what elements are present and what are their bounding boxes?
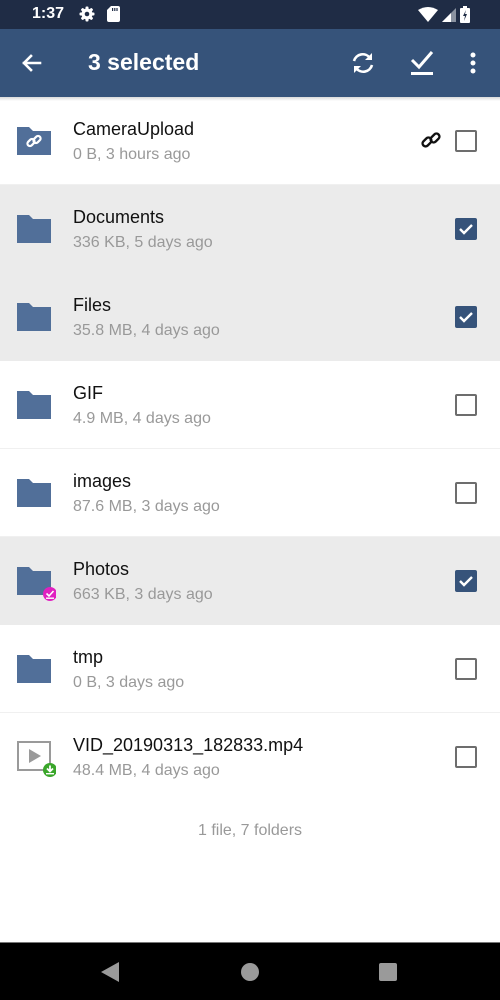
link-icon [421, 132, 441, 148]
checkmark-icon [459, 224, 473, 235]
item-meta: 336 KB, 5 days ago [73, 234, 213, 251]
checkmark-icon [459, 576, 473, 587]
item-meta: 35.8 MB, 4 days ago [73, 322, 220, 339]
item-name: Files [73, 295, 112, 315]
select-checkbox[interactable] [455, 218, 477, 240]
folder-icon [17, 215, 51, 243]
selection-count-title: 3 selected [88, 49, 200, 75]
item-meta: 0 B, 3 hours ago [73, 146, 191, 163]
select-checkbox[interactable] [455, 306, 477, 328]
select-all-icon[interactable] [408, 47, 436, 77]
item-name: CameraUpload [73, 119, 195, 139]
list-item[interactable]: Files 35.8 MB, 4 days ago [0, 273, 500, 361]
battery-charging-icon [460, 6, 470, 23]
list-item[interactable]: Photos 663 KB, 3 days ago [0, 537, 500, 625]
system-nav-bar [0, 942, 500, 1000]
checkmark-icon [459, 312, 473, 323]
folder-icon [17, 303, 51, 331]
gear-icon [79, 6, 95, 22]
folder-summary: 1 file, 7 folders [197, 822, 303, 839]
folder-icon [17, 391, 51, 419]
sync-icon[interactable] [349, 49, 377, 77]
item-name: images [73, 471, 132, 491]
list-item[interactable]: Documents 336 KB, 5 days ago [0, 185, 500, 273]
select-checkbox[interactable] [455, 658, 477, 680]
back-triangle-icon[interactable] [101, 962, 119, 982]
item-name: GIF [73, 383, 103, 403]
wifi-icon [418, 6, 438, 22]
list-item[interactable]: tmp 0 B, 3 days ago [0, 625, 500, 713]
folder-icon [17, 655, 51, 683]
home-circle-icon[interactable] [241, 963, 259, 981]
file-list: CameraUpload 0 B, 3 hours ago Documents … [0, 97, 500, 801]
list-item[interactable]: VID_20190313_182833.mp4 48.4 MB, 4 days … [0, 713, 500, 801]
sd-card-icon [107, 6, 120, 22]
item-meta: 663 KB, 3 days ago [73, 586, 213, 603]
cell-signal-icon [442, 7, 456, 22]
item-meta: 0 B, 3 days ago [73, 674, 185, 691]
status-time: 1:37 [32, 5, 65, 22]
video-file-icon [17, 741, 56, 777]
arrow-left-icon[interactable] [18, 49, 46, 77]
item-meta: 4.9 MB, 4 days ago [73, 410, 211, 427]
select-checkbox[interactable] [455, 746, 477, 768]
list-item[interactable]: GIF 4.9 MB, 4 days ago [0, 361, 500, 449]
item-name: VID_20190313_182833.mp4 [73, 735, 304, 755]
more-vert-icon[interactable] [462, 49, 484, 77]
item-meta: 87.6 MB, 3 days ago [73, 498, 220, 515]
item-meta: 48.4 MB, 4 days ago [73, 762, 220, 779]
shared-folder-icon [17, 127, 51, 155]
app-bar-shadow [0, 97, 500, 101]
status-bar: 1:37 [0, 0, 500, 29]
recents-square-icon[interactable] [379, 963, 397, 981]
select-checkbox[interactable] [455, 482, 477, 504]
app-bar: 3 selected [0, 29, 500, 97]
select-checkbox[interactable] [455, 394, 477, 416]
item-name: Photos [73, 559, 130, 579]
folder-icon [17, 567, 56, 601]
select-checkbox[interactable] [455, 130, 477, 152]
item-name: tmp [73, 647, 104, 667]
item-name: Documents [73, 207, 165, 227]
list-item[interactable]: CameraUpload 0 B, 3 hours ago [0, 97, 500, 185]
folder-icon [17, 479, 51, 507]
select-checkbox[interactable] [455, 570, 477, 592]
list-item[interactable]: images 87.6 MB, 3 days ago [0, 449, 500, 537]
